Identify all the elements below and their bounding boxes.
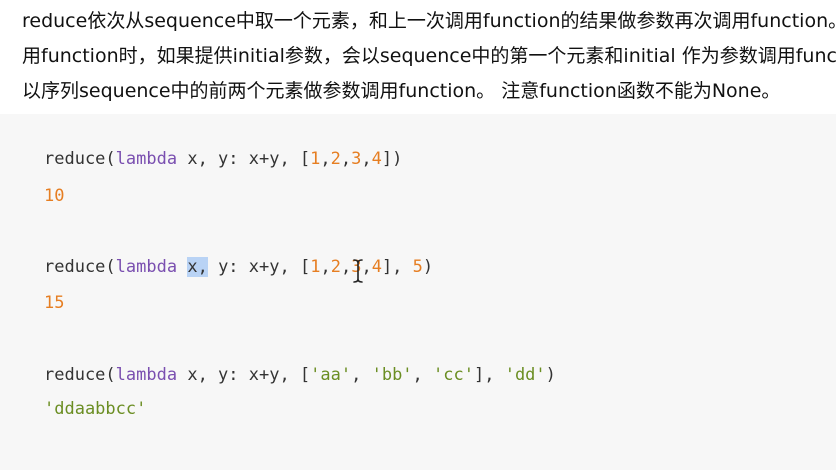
list-item: 4: [371, 149, 382, 169]
selected-text[interactable]: x,: [187, 257, 208, 277]
description-paragraph: reduce依次从sequence中取一个元素，和上一次调用function的结…: [22, 4, 836, 109]
list-item: 'cc': [433, 365, 474, 385]
lambda-params: x, y: x+y, [: [177, 149, 311, 169]
initial-value: 'dd': [504, 365, 546, 385]
text-cursor-icon: [353, 259, 363, 283]
comma: ,: [351, 365, 372, 385]
comma: ,: [320, 149, 331, 169]
list-close: ]: [381, 149, 393, 169]
description-line-2: 用function时，如果提供initial参数，会以sequence中的第一个…: [22, 45, 836, 67]
description-line-3: 以序列sequence中的前两个元素做参数调用function。 注意funct…: [22, 80, 781, 102]
description-line-1: reduce依次从sequence中取一个元素，和上一次调用function的结…: [22, 10, 836, 32]
function-name: reduce: [44, 257, 106, 277]
lambda-keyword: lambda: [115, 257, 178, 277]
initial-value: 5: [412, 257, 423, 277]
comma: ,: [340, 149, 352, 169]
list-item: 2: [330, 257, 341, 277]
output-1: 10: [44, 186, 65, 206]
list-item: 'bb': [371, 365, 413, 385]
code-example-1: reduce(lambda x, y: x+y, [1,2,3,4]): [44, 148, 402, 170]
output-3: 'ddaabbcc': [44, 399, 147, 419]
comma: ,: [340, 257, 352, 277]
list-item: 3: [351, 149, 362, 169]
open-paren: (: [105, 257, 116, 277]
lambda-keyword: lambda: [115, 149, 178, 169]
close-paren: ): [422, 257, 434, 277]
function-name: reduce: [44, 149, 106, 169]
list-item: 2: [330, 149, 341, 169]
close-paren: ): [392, 149, 403, 169]
close-paren: ): [545, 365, 556, 385]
comma: ,: [320, 257, 331, 277]
open-paren: (: [105, 149, 116, 169]
lambda-keyword: lambda: [115, 365, 178, 385]
list-item: 1: [310, 257, 321, 277]
comma: ,: [412, 365, 434, 385]
code-example-3: reduce(lambda x, y: x+y, ['aa', 'bb', 'c…: [44, 364, 556, 386]
function-name: reduce: [44, 365, 106, 385]
list-item: 'aa': [310, 365, 352, 385]
list-close: ],: [381, 257, 413, 277]
output-2: 15: [44, 293, 65, 313]
list-item: 1: [310, 149, 321, 169]
lambda-params: x, y: x+y, [: [177, 365, 311, 385]
code-example-2: reduce(lambda x, y: x+y, [1,2,3,4], 5): [44, 256, 433, 278]
open-paren: (: [105, 365, 116, 385]
comma: ,: [361, 149, 372, 169]
list-item: 4: [371, 257, 382, 277]
list-close: ],: [473, 365, 505, 385]
lambda-params: y: x+y, [: [207, 257, 311, 277]
